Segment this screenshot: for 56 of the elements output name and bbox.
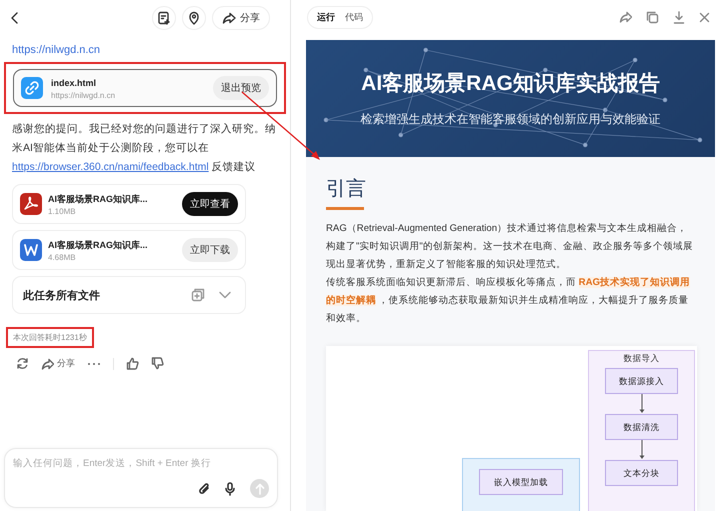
download-button[interactable]: 立即下载	[182, 238, 238, 262]
share-button[interactable]: 分享	[212, 6, 270, 30]
note-plus-icon[interactable]	[157, 11, 171, 25]
back-icon[interactable]	[10, 11, 20, 25]
flow-arrow	[638, 394, 644, 414]
file-card[interactable]: AI客服场景RAG知识库... 1.10MB 立即查看	[12, 184, 246, 224]
refresh-icon[interactable]	[16, 357, 29, 370]
pdf-icon[interactable]	[20, 193, 42, 215]
feedback-link[interactable]: https://browser.360.cn/nami/feedback.html	[12, 161, 209, 173]
report-title: AI客服场景RAG知识库实战报告	[361, 70, 660, 97]
exit-preview-button[interactable]: 退出预览	[213, 76, 269, 100]
file-name: AI客服场景RAG知识库...	[48, 238, 149, 250]
flow-node: 文本分块	[605, 460, 678, 486]
share-arrow-icon[interactable]	[41, 358, 54, 370]
note-button[interactable]	[152, 6, 176, 30]
microphone-icon[interactable]	[224, 482, 236, 496]
flow-node: 嵌入模型加载	[479, 469, 563, 495]
flow-node: 数据清洗	[605, 414, 678, 440]
share-arrow-icon[interactable]	[222, 12, 236, 24]
view-button[interactable]: 立即查看	[182, 192, 238, 216]
thumbs-down-icon[interactable]	[151, 357, 164, 370]
link-icon[interactable]	[21, 77, 43, 99]
more-icon[interactable]	[87, 362, 101, 366]
report-subtitle: 检索增强生成技术在智能客服领域的创新应用与效能验证	[360, 111, 660, 128]
location-button[interactable]	[182, 6, 206, 30]
flow-arrow	[638, 440, 644, 460]
copy-icon[interactable]	[646, 10, 659, 24]
file-url: https://nilwgd.n.cn	[51, 90, 116, 100]
word-document-icon[interactable]	[20, 239, 42, 261]
site-link[interactable]: https://nilwgd.n.cn	[12, 44, 100, 56]
file-name: index.html	[51, 76, 98, 88]
file-card[interactable]: AI客服场景RAG知识库... 4.68MB 立即下载	[12, 230, 246, 270]
file-size: 1.10MB	[48, 206, 77, 216]
files-icon[interactable]	[191, 288, 205, 302]
view-tab[interactable]: 运行	[312, 8, 340, 26]
view-tab[interactable]: 代码	[340, 8, 368, 26]
preview-card[interactable]: index.html https://nilwgd.n.cn 退出预览	[13, 69, 277, 107]
download-icon[interactable]	[673, 10, 685, 24]
chevron-down-icon[interactable]	[219, 291, 231, 299]
file-name: AI客服场景RAG知识库...	[48, 192, 149, 204]
elapsed-time: 本次回答耗时1231秒	[6, 327, 94, 348]
all-files-label: 此任务所有文件	[23, 288, 101, 302]
paperclip-icon[interactable]	[198, 482, 210, 496]
close-icon[interactable]	[699, 12, 710, 22]
group-title: 数据导入	[624, 353, 660, 365]
all-files-card[interactable]: 此任务所有文件	[12, 276, 246, 314]
paragraph: RAG（Retrieval-Augmented Generation）技术通过将信息检索与文本生成相融合，构建了"实时知识调用"的创新架构。这一技术在电商、金融、政企服务等多个领域展现出显著优势，重新定义了智能客服的知识处理范式。	[326, 222, 694, 272]
reply-text: 感谢您的提问。我已经对您的问题进行了深入研究。纳米AI智能体当前处于公测阶段，您可以在 https://browser.360.cn/nami/feedback.html 反馈建议	[12, 122, 277, 175]
location-pin-icon[interactable]	[187, 11, 201, 25]
heading-underline	[326, 207, 364, 210]
share-button[interactable]: 分享	[41, 357, 75, 370]
flow-node: 数据源接入	[605, 368, 678, 394]
file-size: 4.68MB	[48, 252, 77, 262]
section-heading: 引言	[326, 177, 366, 201]
thumbs-up-icon[interactable]	[126, 357, 139, 370]
input-box[interactable]: 输入任何问题，Enter发送，Shift + Enter 换行	[4, 448, 278, 508]
